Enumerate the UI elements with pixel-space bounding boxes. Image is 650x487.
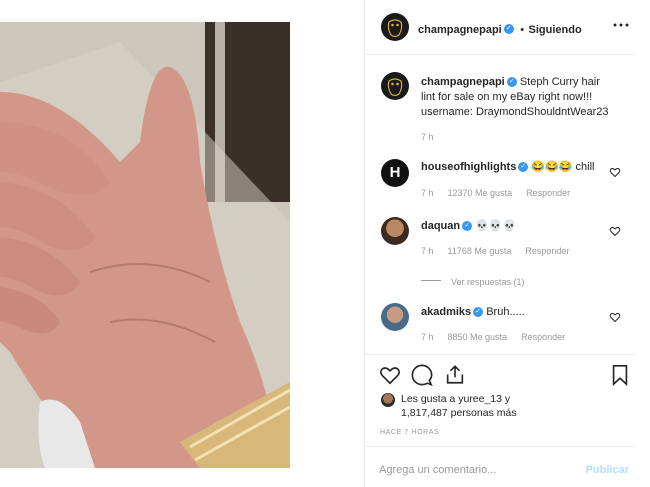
following-button[interactable]: Siguiendo: [529, 24, 582, 36]
likes-line-2: 1,817,487 personas más: [401, 407, 517, 419]
view-replies-label: Ver respuestas (1): [451, 277, 525, 287]
comment-text: Bruh.....: [486, 306, 525, 318]
header-separator: •: [520, 24, 525, 36]
comment-likes[interactable]: 12370 Me gusta: [448, 188, 513, 198]
comment-avatar-houseofhighlights[interactable]: H: [381, 159, 409, 187]
hand-photo-image: [0, 22, 290, 468]
comment-like-heart-icon[interactable]: [609, 225, 621, 237]
comment-bubble-icon[interactable]: [411, 364, 433, 386]
comment-like-heart-icon[interactable]: [609, 166, 621, 178]
comment-meta: 7 h 11768 Me gusta Responder: [421, 246, 583, 256]
comment-meta: 7 h 12370 Me gusta Responder: [421, 188, 584, 198]
verified-badge-icon: ✓: [503, 23, 514, 34]
like-heart-icon[interactable]: [379, 364, 401, 386]
view-replies-link[interactable]: Ver respuestas (1): [421, 272, 525, 290]
caption-time: 7 h: [421, 132, 434, 142]
actions-divider: [365, 354, 637, 355]
caption-avatar[interactable]: [381, 72, 409, 100]
owl-logo-icon: [387, 19, 403, 38]
likes-summary[interactable]: Les gusta a yuree_13 y 1,817,487 persona…: [401, 392, 517, 420]
comment-like-heart-icon[interactable]: [609, 311, 621, 323]
comment-text: 😂😂😂 chill: [531, 161, 595, 173]
author-avatar[interactable]: [381, 13, 409, 41]
header-author-line: champagnepapi ✓ • Siguiendo: [418, 20, 582, 38]
verified-badge-icon: ✓: [518, 162, 529, 173]
replies-divider-line: [421, 280, 441, 282]
reply-button[interactable]: Responder: [521, 332, 565, 342]
comment-time: 7 h: [421, 188, 434, 198]
comment-likes[interactable]: 8850 Me gusta: [448, 332, 508, 342]
comment-input[interactable]: Agrega un comentario...: [379, 464, 496, 476]
post-timestamp: HACE 7 HORAS: [380, 429, 440, 436]
comment-username[interactable]: akadmiks: [421, 306, 471, 318]
comment-likes[interactable]: 11768 Me gusta: [448, 246, 512, 256]
bookmark-icon[interactable]: [611, 364, 629, 386]
likes-line-1: Les gusta a yuree_13 y: [401, 393, 511, 405]
liker-avatar[interactable]: [381, 393, 395, 407]
comment-text-block: akadmiks ✓ Bruh.....: [421, 305, 611, 320]
comment-time: 7 h: [421, 332, 434, 342]
comment-text-block: daquan ✓ 💀💀💀: [421, 219, 611, 234]
comment-avatar-daquan[interactable]: [381, 217, 409, 245]
comment-username[interactable]: houseofhighlights: [421, 161, 516, 173]
comment-username[interactable]: daquan: [421, 220, 460, 232]
ellipsis-icon[interactable]: [613, 22, 629, 28]
comment-text-block: houseofhighlights ✓ 😂😂😂 chill: [421, 160, 611, 175]
comment-meta: 7 h 8850 Me gusta Responder: [421, 332, 579, 342]
comment-text: 💀💀💀: [475, 220, 517, 232]
owl-logo-icon: [387, 78, 403, 97]
share-icon[interactable]: [444, 363, 466, 386]
post-header: champagnepapi ✓ • Siguiendo: [365, 0, 637, 55]
post-detail-panel: champagnepapi ✓ • Siguiendo champagnepapi…: [364, 0, 637, 487]
publish-button[interactable]: Publicar: [586, 464, 629, 476]
verified-badge-icon: ✓: [462, 221, 473, 232]
comment-avatar-akadmiks[interactable]: [381, 303, 409, 331]
comment-time: 7 h: [421, 246, 434, 256]
author-username[interactable]: champagnepapi: [418, 24, 502, 36]
caption-username[interactable]: champagnepapi: [421, 76, 505, 88]
post-photo[interactable]: [0, 22, 290, 468]
caption-text-block: champagnepapi ✓ Steph Curry hair lint for…: [421, 75, 617, 120]
reply-button[interactable]: Responder: [525, 246, 569, 256]
verified-badge-icon: ✓: [506, 77, 517, 88]
comment-box-divider: [365, 446, 637, 447]
reply-button[interactable]: Responder: [526, 188, 570, 198]
verified-badge-icon: ✓: [473, 307, 484, 318]
